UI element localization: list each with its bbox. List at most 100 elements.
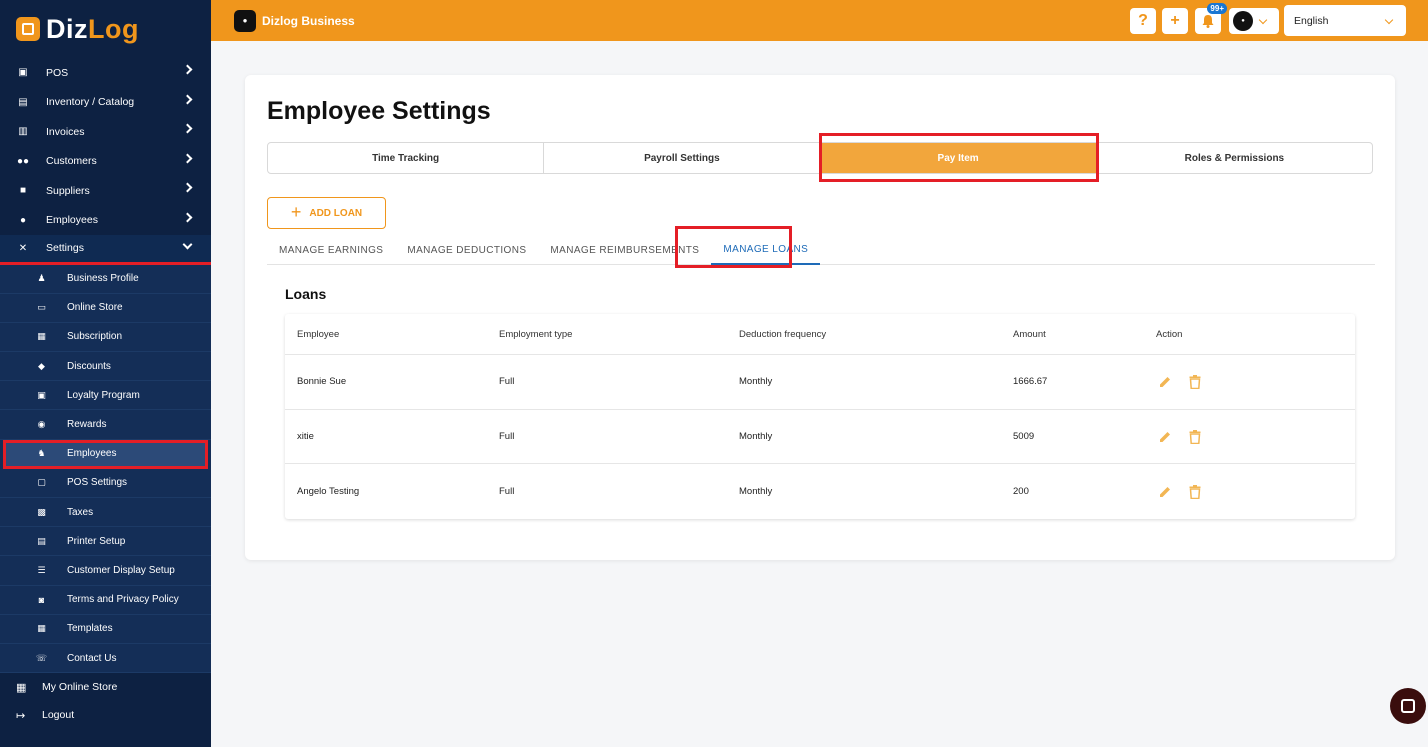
sidebar-item-label: Logout <box>42 709 75 722</box>
chevron-down-icon <box>182 239 193 250</box>
sidebar-sub-discounts[interactable]: ◆ Discounts <box>0 352 211 382</box>
cell-employment-type: Full <box>499 431 515 443</box>
sidebar-sub-templates[interactable]: ▦ Templates <box>0 615 211 644</box>
sidebar-sub-business-profile[interactable]: ♟ Business Profile <box>0 265 211 294</box>
rewards-icon: ◉ <box>37 419 46 430</box>
cell-frequency: Monthly <box>739 431 773 443</box>
sidebar-sub-loyalty-program[interactable]: ▣ Loyalty Program <box>0 381 211 411</box>
business-name[interactable]: Dizlog Business <box>262 14 355 28</box>
tab-roles-permissions[interactable]: Roles & Permissions <box>1097 143 1372 173</box>
edit-icon[interactable] <box>1156 428 1174 446</box>
employees-icon: ● <box>19 214 27 226</box>
logo-icon <box>16 17 40 41</box>
sidebar-item-logout[interactable]: ↦ Logout <box>0 701 211 729</box>
online-store-icon: ▦ <box>16 681 27 694</box>
bell-icon <box>1202 15 1214 28</box>
sidebar-sub-rewards[interactable]: ◉ Rewards <box>0 410 211 440</box>
employee-settings-card: Employee Settings Time Tracking Payroll … <box>245 75 1395 560</box>
sidebar-sub-label: Customer Display Setup <box>67 564 175 576</box>
profile-menu-button[interactable]: ● <box>1229 8 1279 34</box>
delete-icon[interactable] <box>1186 373 1204 391</box>
sidebar-sub-label: Rewards <box>67 419 107 431</box>
cell-amount: 200 <box>1013 486 1029 498</box>
cell-employment-type: Full <box>499 376 515 388</box>
sidebar-sub-employees[interactable]: ♞ Employees <box>3 439 208 469</box>
sidebar-item-pos[interactable]: ▣ POS <box>0 58 211 88</box>
sidebar-sub-label: Business Profile <box>67 273 139 285</box>
chevron-right-icon <box>182 94 193 104</box>
subscription-icon: ▦ <box>37 331 46 342</box>
sidebar-item-employees[interactable]: ● Employees <box>0 206 211 236</box>
printer-icon: ▤ <box>37 535 46 546</box>
pos-icon: ▣ <box>18 67 28 79</box>
edit-icon[interactable] <box>1156 483 1174 501</box>
language-value: English <box>1294 14 1329 27</box>
table-row: Angelo Testing Full Monthly 200 <box>285 464 1355 519</box>
terms-icon: ◙ <box>38 594 45 605</box>
highlight-box-manage-loans <box>675 226 792 268</box>
plus-icon: + <box>1170 12 1180 29</box>
cell-frequency: Monthly <box>739 376 773 388</box>
sidebar-item-label: My Online Store <box>42 681 118 694</box>
invoice-icon: ▥ <box>18 126 28 138</box>
sidebar-item-label: Suppliers <box>46 184 90 197</box>
logo-text-part1: Diz <box>46 13 88 44</box>
sidebar-sub-terms-privacy[interactable]: ◙ Terms and Privacy Policy <box>0 586 211 615</box>
edit-icon[interactable] <box>1156 373 1174 391</box>
sidebar-item-my-online-store[interactable]: ▦ My Online Store <box>0 673 211 701</box>
cell-actions <box>1156 428 1355 446</box>
contact-icon: ☏ <box>35 652 48 663</box>
cell-actions <box>1156 373 1355 391</box>
cell-frequency: Monthly <box>739 486 773 498</box>
sidebar-sub-taxes[interactable]: ▩ Taxes <box>0 498 211 528</box>
cell-employee: Angelo Testing <box>297 486 360 498</box>
cell-employee: Bonnie Sue <box>297 376 347 388</box>
sidebar: DizLog ▣ POS ▤ Inventory / Catalog ▥ Inv… <box>0 0 211 747</box>
column-header: Deduction frequency <box>739 328 827 340</box>
sidebar-sub-label: Printer Setup <box>67 535 126 547</box>
sidebar-item-suppliers[interactable]: ■ Suppliers <box>0 176 211 206</box>
sidebar-sub-subscription[interactable]: ▦ Subscription <box>0 323 211 353</box>
subtab-manage-deductions[interactable]: MANAGE DEDUCTIONS <box>395 235 538 265</box>
tab-time-tracking[interactable]: Time Tracking <box>268 143 545 173</box>
sidebar-item-inventory[interactable]: ▤ Inventory / Catalog <box>0 88 211 118</box>
business-icon[interactable]: ● <box>234 9 256 32</box>
sidebar-sub-contact-us[interactable]: ☏ Contact Us <box>0 644 211 674</box>
discount-tag-icon: ◆ <box>38 360 45 371</box>
tab-payroll-settings[interactable]: Payroll Settings <box>544 143 821 173</box>
table-header: Employee Employment type Deduction frequ… <box>285 314 1355 355</box>
notifications-button[interactable]: 99+ <box>1195 3 1227 34</box>
sidebar-item-customers[interactable]: ●● Customers <box>0 147 211 177</box>
cell-amount: 1666.67 <box>1013 376 1048 388</box>
language-select[interactable]: English <box>1284 5 1406 36</box>
delete-icon[interactable] <box>1186 483 1204 501</box>
sidebar-sub-label: Terms and Privacy Policy <box>67 594 179 606</box>
pay-item-subtabs: MANAGE EARNINGS MANAGE DEDUCTIONS MANAGE… <box>267 235 1375 265</box>
cell-actions <box>1156 483 1355 501</box>
subtab-manage-earnings[interactable]: MANAGE EARNINGS <box>267 235 395 265</box>
pos-settings-icon: ▢ <box>37 477 46 488</box>
cell-employee: xitie <box>297 431 314 443</box>
sidebar-item-settings[interactable]: ✕ Settings <box>0 235 211 265</box>
sidebar-sub-label: Online Store <box>67 302 123 314</box>
chevron-right-icon <box>182 123 193 134</box>
help-button[interactable]: ? <box>1130 8 1156 34</box>
taxes-icon: ▩ <box>37 506 46 517</box>
sidebar-item-invoices[interactable]: ▥ Invoices <box>0 117 211 147</box>
logo[interactable]: DizLog <box>0 0 211 58</box>
sidebar-sub-customer-display[interactable]: ☰ Customer Display Setup <box>0 556 211 586</box>
sidebar-sub-label: Contact Us <box>67 652 117 664</box>
add-button[interactable]: + <box>1162 8 1188 34</box>
table-row: Bonnie Sue Full Monthly 1666.67 <box>285 355 1355 410</box>
sidebar-sub-online-store[interactable]: ▭ Online Store <box>0 294 211 323</box>
loyalty-icon: ▣ <box>37 389 46 400</box>
templates-icon: ▦ <box>37 623 46 634</box>
store-icon: ▭ <box>37 302 46 313</box>
column-header: Amount <box>1013 328 1046 340</box>
sidebar-sub-pos-settings[interactable]: ▢ POS Settings <box>0 469 211 498</box>
customers-icon: ●● <box>16 155 30 167</box>
add-loan-button[interactable]: + ADD LOAN <box>267 197 386 229</box>
sidebar-sub-printer-setup[interactable]: ▤ Printer Setup <box>0 527 211 557</box>
delete-icon[interactable] <box>1186 428 1204 446</box>
chat-support-button[interactable] <box>1390 688 1426 724</box>
